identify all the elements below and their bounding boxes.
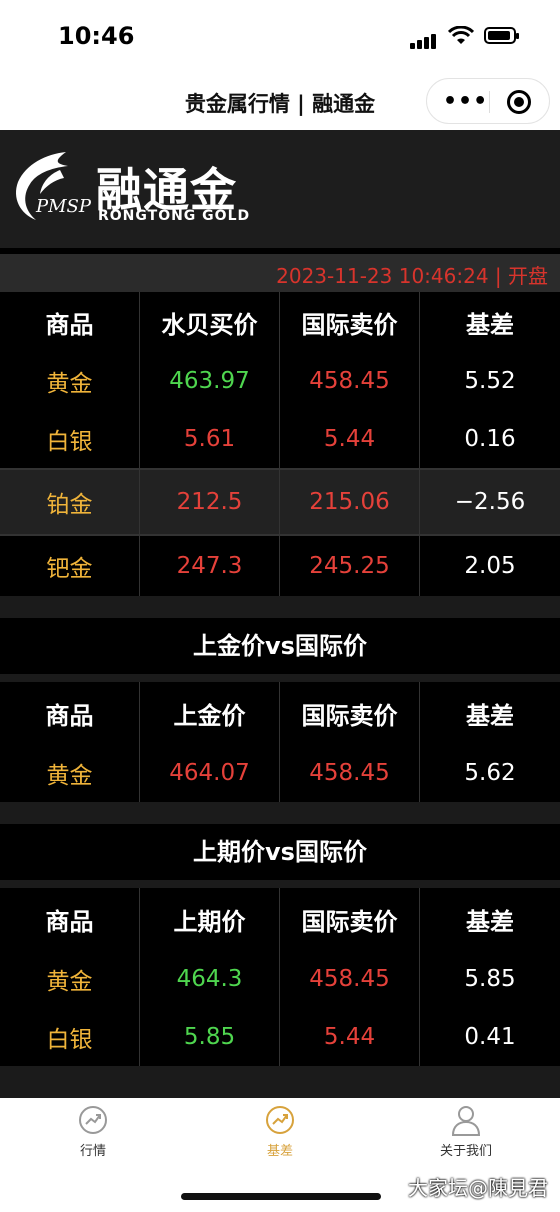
col-header-commodity: 商品 <box>45 907 94 936</box>
intl-price: 458.45 <box>309 966 390 992</box>
commodity-name: 黄金 <box>46 969 93 995</box>
logo-pmsp: PMSP <box>36 196 91 217</box>
date-status-bar: 2023-11-23 10:46:24 | 开盘 <box>0 254 560 292</box>
basis-value: 5.52 <box>464 368 516 394</box>
nav-bar: 贵金属行情 | 融通金 ••• <box>0 74 560 130</box>
section-gap <box>0 1066 560 1098</box>
tab-basis[interactable]: 基差 <box>220 1104 340 1159</box>
trend-icon <box>79 1106 107 1134</box>
intl-price: 245.25 <box>309 553 390 579</box>
col-header-commodity: 商品 <box>45 310 94 339</box>
col-header-commodity: 商品 <box>45 701 94 730</box>
col-header-basis: 基差 <box>466 701 514 730</box>
section-gap <box>0 802 560 824</box>
intl-price: 5.44 <box>323 426 376 452</box>
basis-value: 5.85 <box>464 966 516 992</box>
close-miniprogram-icon[interactable] <box>507 90 531 114</box>
table-header: 商品 上期价 国际卖价 基差 <box>0 888 560 950</box>
section-title: 上期价vs国际价 <box>0 824 560 880</box>
buy-price: 247.3 <box>176 553 243 579</box>
table-header: 商品 上金价 国际卖价 基差 <box>0 682 560 744</box>
basis-value: 2.05 <box>464 553 516 579</box>
col-header-intl-sell: 国际卖价 <box>301 907 398 936</box>
table-row: 黄金 463.97 458.45 5.52 <box>0 352 560 410</box>
buy-price: 212.5 <box>176 489 243 515</box>
section-divider <box>0 674 560 682</box>
table-row: 黄金 464.3 458.45 5.85 <box>0 950 560 1008</box>
sge-price: 464.07 <box>169 760 250 786</box>
col-header-sge-price: 上金价 <box>173 701 246 730</box>
commodity-name: 钯金 <box>46 556 93 582</box>
intl-price: 5.44 <box>323 1024 376 1050</box>
wifi-icon <box>448 26 474 44</box>
col-header-shfe-price: 上期价 <box>173 907 246 936</box>
col-header-basis: 基差 <box>466 310 514 339</box>
table-header: 商品 水贝买价 国际卖价 基差 <box>0 292 560 352</box>
shfe-price: 464.3 <box>176 966 243 992</box>
buy-price: 5.61 <box>183 426 236 452</box>
miniprogram-capsule: ••• <box>426 78 550 124</box>
tab-about-label: 关于我们 <box>439 1144 492 1159</box>
intl-price: 458.45 <box>309 760 390 786</box>
battery-icon <box>484 27 519 44</box>
tab-market[interactable]: 行情 <box>33 1104 153 1159</box>
table-row: 白银 5.85 5.44 0.41 <box>0 1008 560 1066</box>
commodity-name: 铂金 <box>46 492 93 518</box>
date-time-status: 2023-11-23 10:46:24 | 开盘 <box>276 264 548 288</box>
section-divider <box>0 880 560 888</box>
table-row: 钯金 247.3 245.25 2.05 <box>0 536 560 596</box>
brand-banner: PMSP 融通金 RONGTONG GOLD <box>0 130 560 248</box>
logo-english: RONGTONG GOLD <box>98 208 251 224</box>
col-header-intl-sell: 国际卖价 <box>301 310 398 339</box>
tab-market-label: 行情 <box>79 1144 106 1159</box>
section-title: 上金价vs国际价 <box>0 618 560 674</box>
table-row: 铂金 212.5 215.06 −2.56 <box>0 470 560 534</box>
table-row: 白银 5.61 5.44 0.16 <box>0 410 560 468</box>
commodity-name: 黄金 <box>46 763 93 789</box>
status-time: 10:46 <box>58 22 135 50</box>
basis-value: 5.62 <box>464 760 516 786</box>
user-icon <box>451 1106 481 1136</box>
commodity-name: 白银 <box>46 1027 93 1053</box>
buy-price: 463.97 <box>169 368 250 394</box>
tab-basis-label: 基差 <box>266 1144 293 1159</box>
home-indicator[interactable] <box>181 1193 381 1200</box>
col-header-intl-sell: 国际卖价 <box>301 701 398 730</box>
commodity-name: 黄金 <box>46 371 93 397</box>
intl-price: 215.06 <box>309 489 390 515</box>
col-header-shuibei-buy: 水贝买价 <box>161 310 258 339</box>
status-bar: 10:46 <box>0 0 560 74</box>
table-row: 黄金 464.07 458.45 5.62 <box>0 744 560 802</box>
tab-about-us[interactable]: 关于我们 <box>406 1104 526 1159</box>
basis-value: −2.56 <box>454 489 526 515</box>
signal-icon <box>410 30 438 49</box>
section-gap <box>0 596 560 618</box>
col-header-basis: 基差 <box>466 907 514 936</box>
watermark: 大家坛@陳見君 <box>408 1176 548 1200</box>
basis-value: 0.16 <box>464 426 516 452</box>
trend-icon <box>266 1106 294 1134</box>
basis-value: 0.41 <box>464 1024 516 1050</box>
more-icon[interactable]: ••• <box>443 89 488 114</box>
shfe-price: 5.85 <box>183 1024 236 1050</box>
commodity-name: 白银 <box>46 429 93 455</box>
intl-price: 458.45 <box>309 368 390 394</box>
capsule-divider <box>489 91 490 113</box>
